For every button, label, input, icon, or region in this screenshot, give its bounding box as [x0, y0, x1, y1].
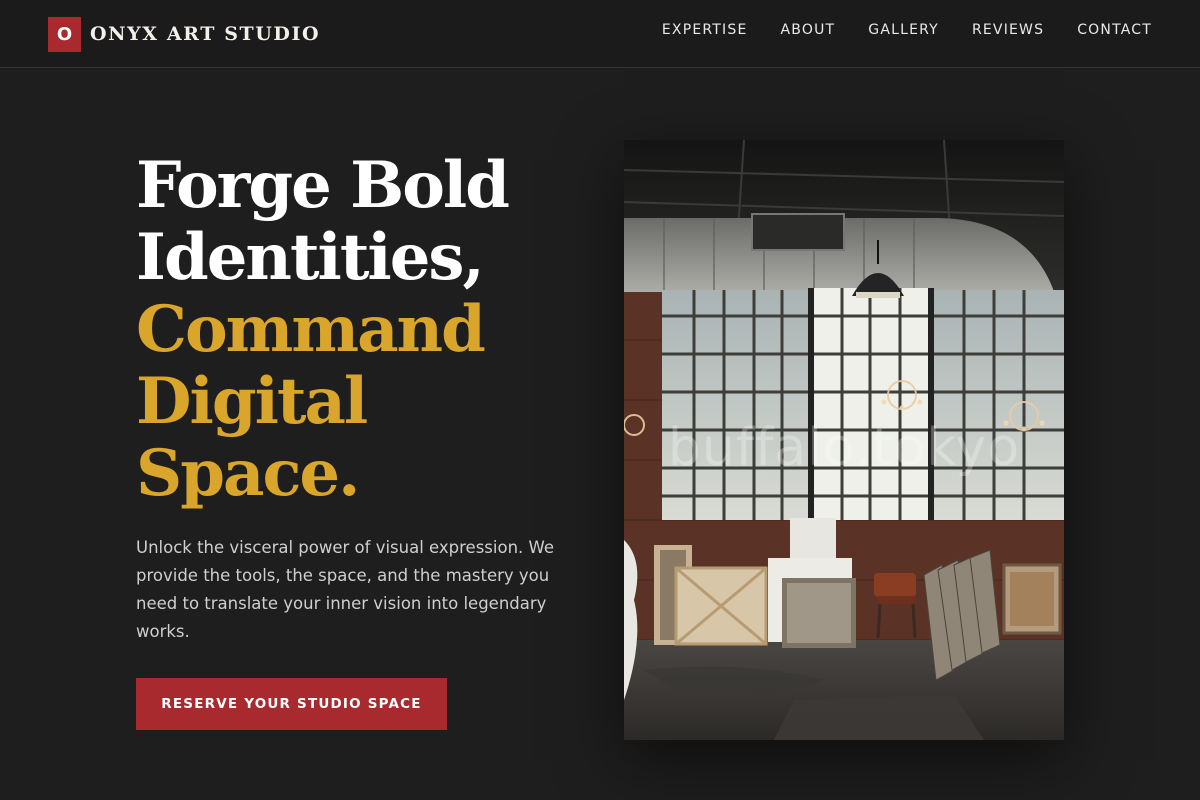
nav-links: EXPERTISE ABOUT GALLERY REVIEWS CONTACT — [662, 22, 1152, 38]
studio-photo: buffalo.tokyo — [624, 140, 1064, 740]
headline-line: Forge Bold — [136, 148, 510, 223]
nav-link-about[interactable]: ABOUT — [781, 22, 836, 38]
headline-line: Identities, — [136, 220, 485, 295]
reserve-studio-button[interactable]: RESERVE YOUR STUDIO SPACE — [136, 678, 447, 730]
headline-line-accent: Space. — [136, 436, 360, 511]
headline-line-accent: Digital — [136, 364, 368, 439]
nav-link-gallery[interactable]: GALLERY — [868, 22, 939, 38]
headline-line-accent: Command — [136, 292, 486, 367]
logo-mark: O — [48, 16, 81, 52]
brand-logo[interactable]: O ONYX ART STUDIO — [48, 16, 320, 52]
top-navigation-bar: O ONYX ART STUDIO EXPERTISE ABOUT GALLER… — [0, 0, 1200, 68]
nav-link-expertise[interactable]: EXPERTISE — [662, 22, 748, 38]
brand-name: ONYX ART STUDIO — [90, 23, 321, 45]
hero-headline: Forge Bold Identities, Command Digital S… — [136, 148, 510, 511]
nav-link-contact[interactable]: CONTACT — [1077, 22, 1152, 38]
hero-description: Unlock the visceral power of visual expr… — [136, 538, 555, 641]
image-watermark: buffalo.tokyo — [667, 418, 1021, 478]
nav-link-reviews[interactable]: REVIEWS — [972, 22, 1044, 38]
